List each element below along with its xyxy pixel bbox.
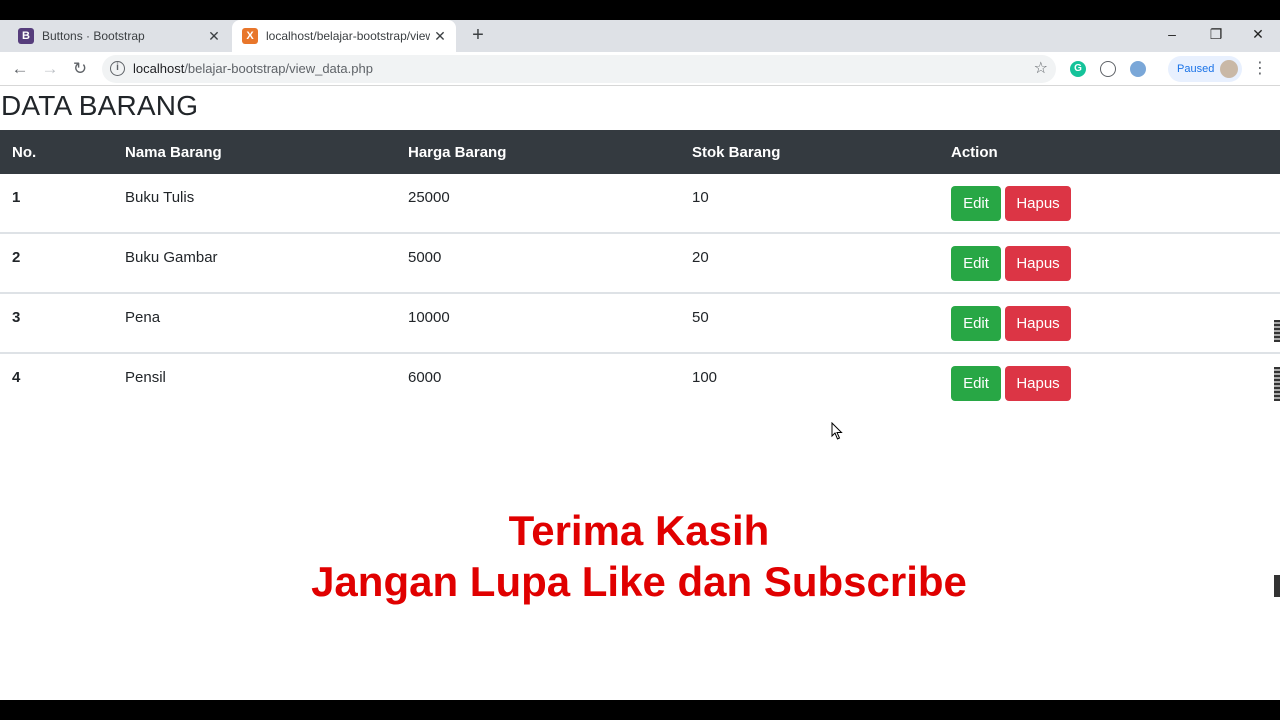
- restore-button[interactable]: ❐: [1194, 20, 1238, 48]
- hapus-button[interactable]: Hapus: [1005, 186, 1071, 221]
- edge-artifact: [1274, 367, 1280, 401]
- tab-close-icon[interactable]: ✕: [430, 28, 450, 45]
- edit-button[interactable]: Edit: [951, 306, 1001, 341]
- xampp-favicon-icon: X: [242, 28, 258, 44]
- table-row: 3 Pena 10000 50 Edit Hapus: [0, 294, 1280, 354]
- menu-kebab-icon[interactable]: ⋮: [1252, 56, 1268, 82]
- address-bar[interactable]: i localhost/belajar-bootstrap/view_data.…: [102, 55, 1056, 83]
- back-arrow-icon[interactable]: ←: [7, 56, 33, 82]
- site-info-icon[interactable]: i: [110, 61, 125, 76]
- cell-no: 4: [12, 369, 21, 386]
- forward-arrow-icon[interactable]: →: [37, 56, 63, 82]
- header-action: Action: [951, 144, 998, 161]
- video-letterbox-bottom: [0, 700, 1280, 720]
- header-no: No.: [12, 144, 37, 161]
- grammarly-extension-icon[interactable]: G: [1070, 61, 1086, 77]
- edit-button[interactable]: Edit: [951, 186, 1001, 221]
- table-row: 1 Buku Tulis 25000 10 Edit Hapus: [0, 174, 1280, 234]
- minimize-button[interactable]: –: [1150, 20, 1194, 48]
- table-row: 4 Pensil 6000 100 Edit Hapus: [0, 354, 1280, 414]
- video-letterbox-top: [0, 0, 1280, 20]
- cell-nama: Pensil: [125, 369, 166, 386]
- tab-strip: B Buttons · Bootstrap ✕ X localhost/bela…: [0, 20, 1280, 52]
- hapus-button[interactable]: Hapus: [1005, 306, 1071, 341]
- data-table: No. Nama Barang Harga Barang Stok Barang…: [0, 130, 1280, 414]
- avatar: [1220, 60, 1238, 78]
- cell-harga: 5000: [408, 249, 442, 266]
- bookmark-star-icon[interactable]: ☆: [1034, 58, 1048, 78]
- reload-icon[interactable]: ↻: [67, 56, 93, 82]
- cell-nama: Pena: [125, 309, 161, 326]
- cell-no: 1: [12, 189, 21, 206]
- cell-nama: Buku Tulis: [125, 189, 195, 206]
- bootstrap-favicon-icon: B: [18, 28, 34, 44]
- new-tab-button[interactable]: +: [466, 24, 490, 48]
- cell-stok: 50: [692, 309, 709, 326]
- cell-nama: Buku Gambar: [125, 249, 218, 266]
- cell-stok: 10: [692, 189, 709, 206]
- cell-stok: 100: [692, 369, 718, 386]
- cell-stok: 20: [692, 249, 709, 266]
- page-content: DATA BARANG No. Nama Barang Harga Barang…: [0, 87, 1280, 700]
- hapus-button[interactable]: Hapus: [1005, 246, 1071, 281]
- hapus-button[interactable]: Hapus: [1005, 366, 1071, 401]
- browser-window: B Buttons · Bootstrap ✕ X localhost/bela…: [0, 20, 1280, 700]
- cell-harga: 25000: [408, 189, 450, 206]
- tab-title: Buttons · Bootstrap: [42, 29, 145, 43]
- tab-buttons-bootstrap[interactable]: B Buttons · Bootstrap ✕: [8, 20, 230, 52]
- edge-artifact: [1274, 320, 1280, 342]
- cell-harga: 6000: [408, 369, 442, 386]
- header-nama-barang: Nama Barang: [125, 144, 222, 161]
- cell-no: 2: [12, 249, 21, 266]
- table-row: 2 Buku Gambar 5000 20 Edit Hapus: [0, 234, 1280, 294]
- header-harga-barang: Harga Barang: [408, 144, 507, 161]
- extension-icon[interactable]: [1130, 61, 1146, 77]
- window-close-button[interactable]: ✕: [1236, 20, 1280, 48]
- mouse-cursor-icon: [831, 422, 843, 440]
- tab-view-data[interactable]: X localhost/belajar-bootstrap/view_ ✕: [232, 20, 456, 52]
- edge-artifact: [1274, 575, 1280, 597]
- table-header: No. Nama Barang Harga Barang Stok Barang…: [0, 130, 1280, 174]
- tab-title: localhost/belajar-bootstrap/view_: [266, 29, 430, 43]
- url-text[interactable]: localhost/belajar-bootstrap/view_data.ph…: [133, 61, 373, 76]
- cell-no: 3: [12, 309, 21, 326]
- edit-button[interactable]: Edit: [951, 246, 1001, 281]
- subscribe-overlay-text: Jangan Lupa Like dan Subscribe: [311, 558, 967, 605]
- profile-paused-button[interactable]: Paused: [1168, 56, 1242, 82]
- header-stok-barang: Stok Barang: [692, 144, 781, 161]
- thank-you-overlay-text: Terima Kasih: [508, 507, 770, 554]
- edit-button[interactable]: Edit: [951, 366, 1001, 401]
- cell-harga: 10000: [408, 309, 450, 326]
- page-title: DATA BARANG: [1, 90, 199, 121]
- extension-icon[interactable]: [1100, 61, 1116, 77]
- tab-close-icon[interactable]: ✕: [204, 28, 224, 45]
- browser-toolbar: ← → ↻ i localhost/belajar-bootstrap/view…: [0, 52, 1280, 86]
